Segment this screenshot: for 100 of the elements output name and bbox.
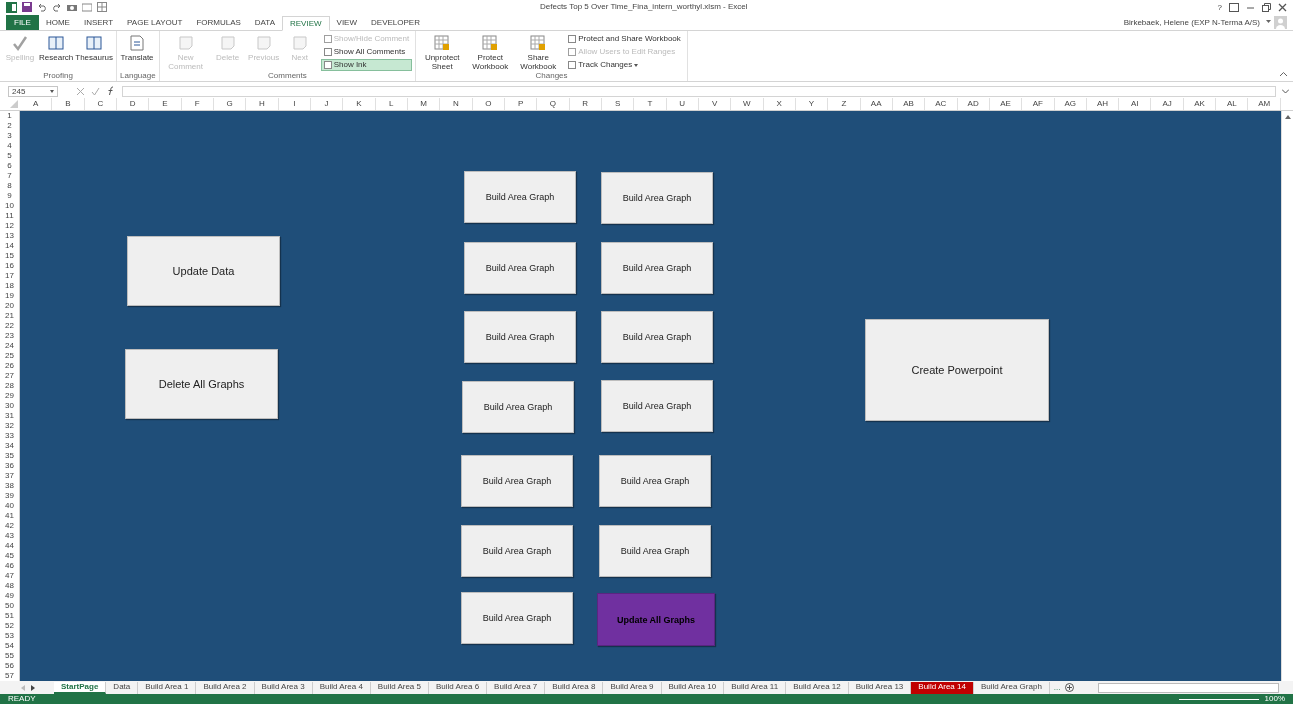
- row-header[interactable]: 11: [0, 211, 19, 221]
- row-header[interactable]: 2: [0, 121, 19, 131]
- column-header[interactable]: K: [343, 98, 376, 110]
- table-icon[interactable]: [97, 2, 107, 12]
- row-header[interactable]: 10: [0, 201, 19, 211]
- row-header[interactable]: 18: [0, 281, 19, 291]
- row-header[interactable]: 48: [0, 581, 19, 591]
- sheet-tab[interactable]: Build Area 3: [254, 681, 313, 694]
- row-header[interactable]: 12: [0, 221, 19, 231]
- column-header[interactable]: AG: [1054, 98, 1087, 110]
- sheet-tab[interactable]: Build Area 7: [487, 681, 546, 694]
- sheet-tab[interactable]: Build Area 11: [724, 681, 787, 694]
- macro-button[interactable]: Build Area Graph: [461, 525, 573, 577]
- row-header[interactable]: 13: [0, 231, 19, 241]
- ribbon-button[interactable]: Thesaurus: [75, 33, 114, 71]
- row-header[interactable]: 7: [0, 171, 19, 181]
- ribbon-button[interactable]: Show Ink: [320, 59, 413, 71]
- row-header[interactable]: 38: [0, 481, 19, 491]
- ribbon-tab[interactable]: FORMULAS: [189, 15, 248, 29]
- row-header[interactable]: 47: [0, 571, 19, 581]
- row-header[interactable]: 16: [0, 261, 19, 271]
- horizontal-scrollbar[interactable]: [1097, 682, 1279, 693]
- macro-button[interactable]: Update Data: [127, 236, 280, 306]
- ribbon-button[interactable]: Unprotect Sheet: [419, 33, 466, 71]
- macro-button[interactable]: Build Area Graph: [462, 381, 574, 433]
- column-header[interactable]: N: [440, 98, 473, 110]
- column-header[interactable]: AJ: [1151, 98, 1184, 110]
- row-header[interactable]: 30: [0, 401, 19, 411]
- macro-button[interactable]: Delete All Graphs: [125, 349, 278, 419]
- sheet-tab[interactable]: Build Area 9: [603, 681, 662, 694]
- ribbon-button[interactable]: Track Changes: [565, 59, 684, 71]
- row-header[interactable]: 36: [0, 461, 19, 471]
- column-header[interactable]: AH: [1086, 98, 1120, 110]
- row-header[interactable]: 27: [0, 371, 19, 381]
- column-header[interactable]: C: [84, 98, 117, 110]
- row-header[interactable]: 42: [0, 521, 19, 531]
- column-header[interactable]: G: [213, 98, 247, 110]
- column-header[interactable]: W: [731, 98, 764, 110]
- zoom-level[interactable]: 100%: [1264, 694, 1285, 704]
- sheet-tab[interactable]: Build Area 14: [911, 681, 974, 694]
- row-header[interactable]: 35: [0, 451, 19, 461]
- column-header[interactable]: AE: [989, 98, 1023, 110]
- macro-button[interactable]: Build Area Graph: [464, 171, 576, 223]
- column-header[interactable]: AM: [1248, 98, 1281, 110]
- row-header[interactable]: 37: [0, 471, 19, 481]
- row-header[interactable]: 23: [0, 331, 19, 341]
- column-header[interactable]: P: [504, 98, 538, 110]
- sheet-tab[interactable]: Data: [106, 681, 139, 694]
- row-header[interactable]: 32: [0, 421, 19, 431]
- row-header[interactable]: 5: [0, 151, 19, 161]
- row-header[interactable]: 41: [0, 511, 19, 521]
- sheet-tab[interactable]: Build Area 4: [312, 681, 371, 694]
- row-header[interactable]: 43: [0, 531, 19, 541]
- function-icon[interactable]: [106, 86, 116, 96]
- macro-button[interactable]: Build Area Graph: [461, 592, 573, 644]
- row-header[interactable]: 4: [0, 141, 19, 151]
- column-header[interactable]: A: [20, 98, 53, 110]
- sheet-tab[interactable]: Build Area 6: [428, 681, 488, 694]
- row-header[interactable]: 22: [0, 321, 19, 331]
- row-header[interactable]: 17: [0, 271, 19, 281]
- row-header[interactable]: 24: [0, 341, 19, 351]
- row-header[interactable]: 45: [0, 551, 19, 561]
- macro-button[interactable]: Build Area Graph: [601, 311, 713, 363]
- row-header[interactable]: 28: [0, 381, 19, 391]
- collapse-icon[interactable]: [1280, 72, 1287, 77]
- row-header[interactable]: 56: [0, 661, 19, 671]
- row-header[interactable]: 20: [0, 301, 19, 311]
- column-header[interactable]: L: [375, 98, 408, 110]
- ribbon-tab[interactable]: VIEW: [329, 15, 364, 29]
- restore-icon[interactable]: [1262, 2, 1271, 12]
- column-header[interactable]: X: [763, 98, 796, 110]
- column-header[interactable]: D: [117, 98, 150, 110]
- column-header[interactable]: AD: [957, 98, 990, 110]
- caret-icon[interactable]: [1266, 20, 1271, 24]
- redo-icon[interactable]: [52, 2, 62, 12]
- row-header[interactable]: 52: [0, 621, 19, 631]
- column-header[interactable]: V: [698, 98, 732, 110]
- column-header[interactable]: AA: [860, 98, 893, 110]
- user-name[interactable]: Birkebaek, Helene (EXP N-Terma A/S): [1123, 17, 1260, 27]
- macro-button[interactable]: Build Area Graph: [601, 242, 713, 294]
- column-header[interactable]: AF: [1022, 98, 1055, 110]
- row-header[interactable]: 15: [0, 251, 19, 261]
- column-header[interactable]: AK: [1183, 98, 1217, 110]
- row-header[interactable]: 33: [0, 431, 19, 441]
- camera-icon[interactable]: [67, 2, 77, 12]
- row-header[interactable]: 34: [0, 441, 19, 451]
- ribbon-tab[interactable]: PAGE LAYOUT: [120, 15, 190, 29]
- column-header[interactable]: Z: [828, 98, 861, 110]
- row-header[interactable]: 31: [0, 411, 19, 421]
- row-header[interactable]: 25: [0, 351, 19, 361]
- row-header[interactable]: 46: [0, 561, 19, 571]
- sheet-tab[interactable]: Build Area Graph: [973, 681, 1050, 694]
- macro-button[interactable]: Build Area Graph: [461, 455, 573, 507]
- ribbon-button[interactable]: Protect and Share Workbook: [565, 33, 684, 45]
- ribbon-tab[interactable]: DATA: [247, 15, 282, 29]
- ribbon-button[interactable]: Research: [39, 33, 74, 71]
- row-header[interactable]: 51: [0, 611, 19, 621]
- help-button[interactable]: ?: [1217, 2, 1222, 12]
- column-header[interactable]: S: [601, 98, 635, 110]
- row-header[interactable]: 8: [0, 181, 19, 191]
